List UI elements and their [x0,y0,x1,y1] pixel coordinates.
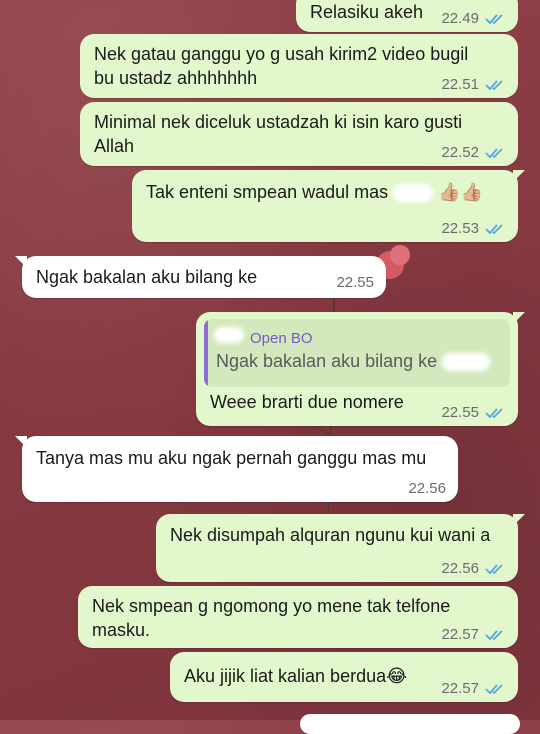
message-meta: 22.56 [408,481,446,497]
message-bubble-outgoing[interactable]: Minimal nek diceluk ustadzah ki isin kar… [80,102,518,166]
message-timestamp: 22.57 [441,680,479,697]
message-meta: 22.55 [336,275,374,291]
double-check-icon [485,14,503,25]
double-check-icon [485,148,503,159]
message-timestamp: 22.55 [441,404,479,421]
message-bubble-outgoing[interactable]: Open BO Ngak bakalan aku bilang ke Weee … [196,312,525,426]
message-text: Tak enteni smpean wadul mas 👍🏼👍🏼 [146,182,483,203]
message-meta: 22.53 [441,221,506,237]
face-with-tears-of-joy-emoji: 😂 [386,666,408,687]
message-timestamp: 22.57 [441,626,479,643]
quoted-author: Open BO [250,330,313,347]
redacted-name [262,271,275,286]
message-timestamp: 22.51 [441,76,479,93]
double-check-icon [485,684,503,695]
message-bubble-incoming[interactable]: Ngak bakalan aku bilang ke 22.55 [15,256,386,298]
message-timestamp: 22.56 [441,560,479,577]
double-check-icon [485,408,503,419]
message-meta: 22.52 [441,145,506,161]
message-meta: 22.49 [441,11,506,27]
double-check-icon [485,564,503,575]
message-timestamp: 22.49 [441,10,479,27]
message-meta: 22.55 [441,405,506,421]
message-bubble-outgoing[interactable]: Aku jijik liat kalian berdua😂 22.57 [170,652,518,702]
message-meta: 22.56 [441,561,506,577]
quoted-text: Ngak bakalan aku bilang ke [216,349,491,373]
double-check-icon [485,224,503,235]
message-timestamp: 22.53 [441,220,479,237]
quoted-message[interactable]: Open BO Ngak bakalan aku bilang ke [204,319,510,387]
double-check-icon [485,80,503,91]
bubble-tail [513,514,525,526]
message-bubble-outgoing[interactable]: Nek gatau ganggu yo g usah kirim2 video … [80,34,518,98]
message-text: Ngak bakalan aku bilang ke [36,265,374,289]
bubble-tail [513,170,525,182]
message-bubble-incoming-partial[interactable] [300,714,520,734]
message-meta: 22.57 [441,681,506,697]
redacted-name [442,353,491,372]
message-bubble-outgoing[interactable]: Tak enteni smpean wadul mas 👍🏼👍🏼 22.53 [132,170,525,242]
message-timestamp: 22.55 [336,274,374,291]
quote-accent-bar [204,319,208,387]
redacted-contact-avatar [214,327,244,343]
message-text: Tanya mas mu aku ngak pernah ganggu mas … [36,448,427,468]
message-meta: 22.51 [441,77,506,93]
message-timestamp: 22.56 [408,480,446,497]
message-bubble-incoming[interactable]: Tanya mas mu aku ngak pernah ganggu mas … [15,436,458,502]
thumbs-up-emoji: 👍🏼👍🏼 [438,182,483,203]
message-timestamp: 22.52 [441,144,479,161]
bubble-tail [15,436,27,448]
message-bubble-outgoing[interactable]: Nek smpean g ngomong yo mene tak telfone… [78,586,518,648]
bubble-tail [513,312,525,324]
double-check-icon [485,630,503,641]
message-bubble-outgoing[interactable]: Relasiku akeh 22.49 [296,0,518,32]
message-text: Nek disumpah alquran ngunu kui wani a [170,525,491,545]
bubble-tail [15,256,27,268]
message-bubble-outgoing[interactable]: Nek disumpah alquran ngunu kui wani a 22… [156,514,525,582]
message-meta: 22.57 [441,627,506,643]
redacted-name [393,184,434,203]
